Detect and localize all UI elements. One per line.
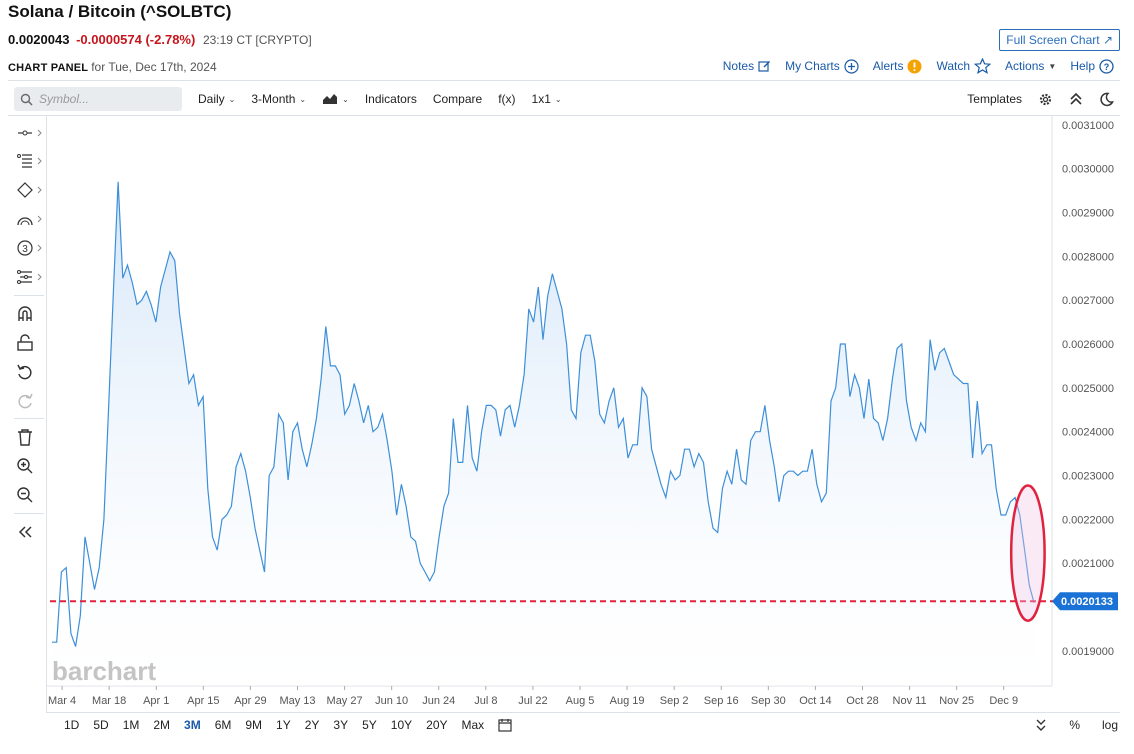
x-tick-label: Apr 1: [143, 695, 169, 707]
y-tick-label: 0.0024000: [1062, 427, 1114, 439]
x-tick-label: Jul 8: [474, 695, 497, 707]
y-tick-label: 0.0025000: [1062, 383, 1114, 395]
range-button-9m[interactable]: 9M: [245, 718, 262, 732]
range-button-6m[interactable]: 6M: [215, 718, 232, 732]
price-chart[interactable]: 0.0031000 0.0030000 0.0029000 0.0028000 0.00…: [0, 0, 1134, 754]
calendar-icon[interactable]: [498, 718, 512, 732]
range-button-20y[interactable]: 20Y: [426, 718, 447, 732]
x-tick-label: Sep 30: [751, 695, 786, 707]
y-tick-label: 0.0031000: [1062, 120, 1114, 132]
y-tick-label: 0.0028000: [1062, 251, 1114, 263]
y-tick-label: 0.0030000: [1062, 164, 1114, 176]
last-price-badge-label: 0.0020133: [1061, 596, 1113, 608]
range-button-2y[interactable]: 2Y: [305, 718, 320, 732]
chevron-down-icon[interactable]: [1035, 718, 1047, 732]
divider: [46, 712, 1120, 713]
range-button-5d[interactable]: 5D: [93, 718, 108, 732]
x-tick-label: May 13: [279, 695, 315, 707]
range-button-10y[interactable]: 10Y: [391, 718, 412, 732]
y-tick-label: 0.0026000: [1062, 339, 1114, 351]
x-tick-label: Mar 4: [48, 695, 76, 707]
range-button-1m[interactable]: 1M: [123, 718, 140, 732]
range-button-max[interactable]: Max: [462, 718, 485, 732]
x-tick-label: Mar 18: [92, 695, 126, 707]
x-tick-label: Sep 2: [660, 695, 689, 707]
range-button-1d[interactable]: 1D: [64, 718, 79, 732]
last-price-badge: 0.0020133: [1052, 592, 1118, 611]
x-axis-ticks: Mar 4 Mar 18 Apr 1 Apr 15 Apr 29 May 13 May 27…: [48, 686, 1018, 707]
percent-toggle[interactable]: %: [1069, 718, 1080, 732]
y-tick-label: 0.0027000: [1062, 295, 1114, 307]
x-tick-label: Nov 25: [939, 695, 974, 707]
x-tick-label: Oct 28: [846, 695, 878, 707]
y-tick-label: 0.0029000: [1062, 207, 1114, 219]
y-tick-label: 0.0022000: [1062, 514, 1114, 526]
x-tick-label: Apr 29: [234, 695, 266, 707]
log-toggle[interactable]: log: [1102, 718, 1118, 732]
range-button-3y[interactable]: 3Y: [333, 718, 348, 732]
range-button-2m[interactable]: 2M: [153, 718, 170, 732]
x-tick-label: Jun 10: [375, 695, 408, 707]
x-tick-label: Dec 9: [989, 695, 1018, 707]
range-selector: 1D 5D 1M 2M 3M 6M 9M 1Y 2Y 3Y 5Y 10Y 20Y Max: [64, 718, 512, 732]
x-tick-label: Oct 14: [799, 695, 831, 707]
x-tick-label: Apr 15: [187, 695, 219, 707]
x-tick-label: Sep 16: [704, 695, 739, 707]
series-area: [52, 181, 1034, 687]
y-tick-label: 0.0021000: [1062, 558, 1114, 570]
highlight-ellipse: [1009, 484, 1046, 622]
x-tick-label: May 27: [327, 695, 363, 707]
x-tick-label: Jun 24: [422, 695, 455, 707]
bottom-right-controls: % log: [1035, 718, 1118, 732]
x-tick-label: Aug 5: [566, 695, 595, 707]
y-tick-label: 0.0023000: [1062, 471, 1114, 483]
barchart-watermark: barchart: [52, 656, 156, 686]
y-tick-label: 0.0019000: [1062, 646, 1114, 658]
y-axis-ticks: 0.0031000 0.0030000 0.0029000 0.0028000 0.00…: [1062, 120, 1114, 658]
range-button-3m[interactable]: 3M: [184, 718, 201, 732]
range-button-5y[interactable]: 5Y: [362, 718, 377, 732]
x-tick-label: Aug 19: [610, 695, 645, 707]
range-button-1y[interactable]: 1Y: [276, 718, 291, 732]
x-tick-label: Nov 11: [893, 695, 927, 707]
x-tick-label: Jul 22: [518, 695, 547, 707]
